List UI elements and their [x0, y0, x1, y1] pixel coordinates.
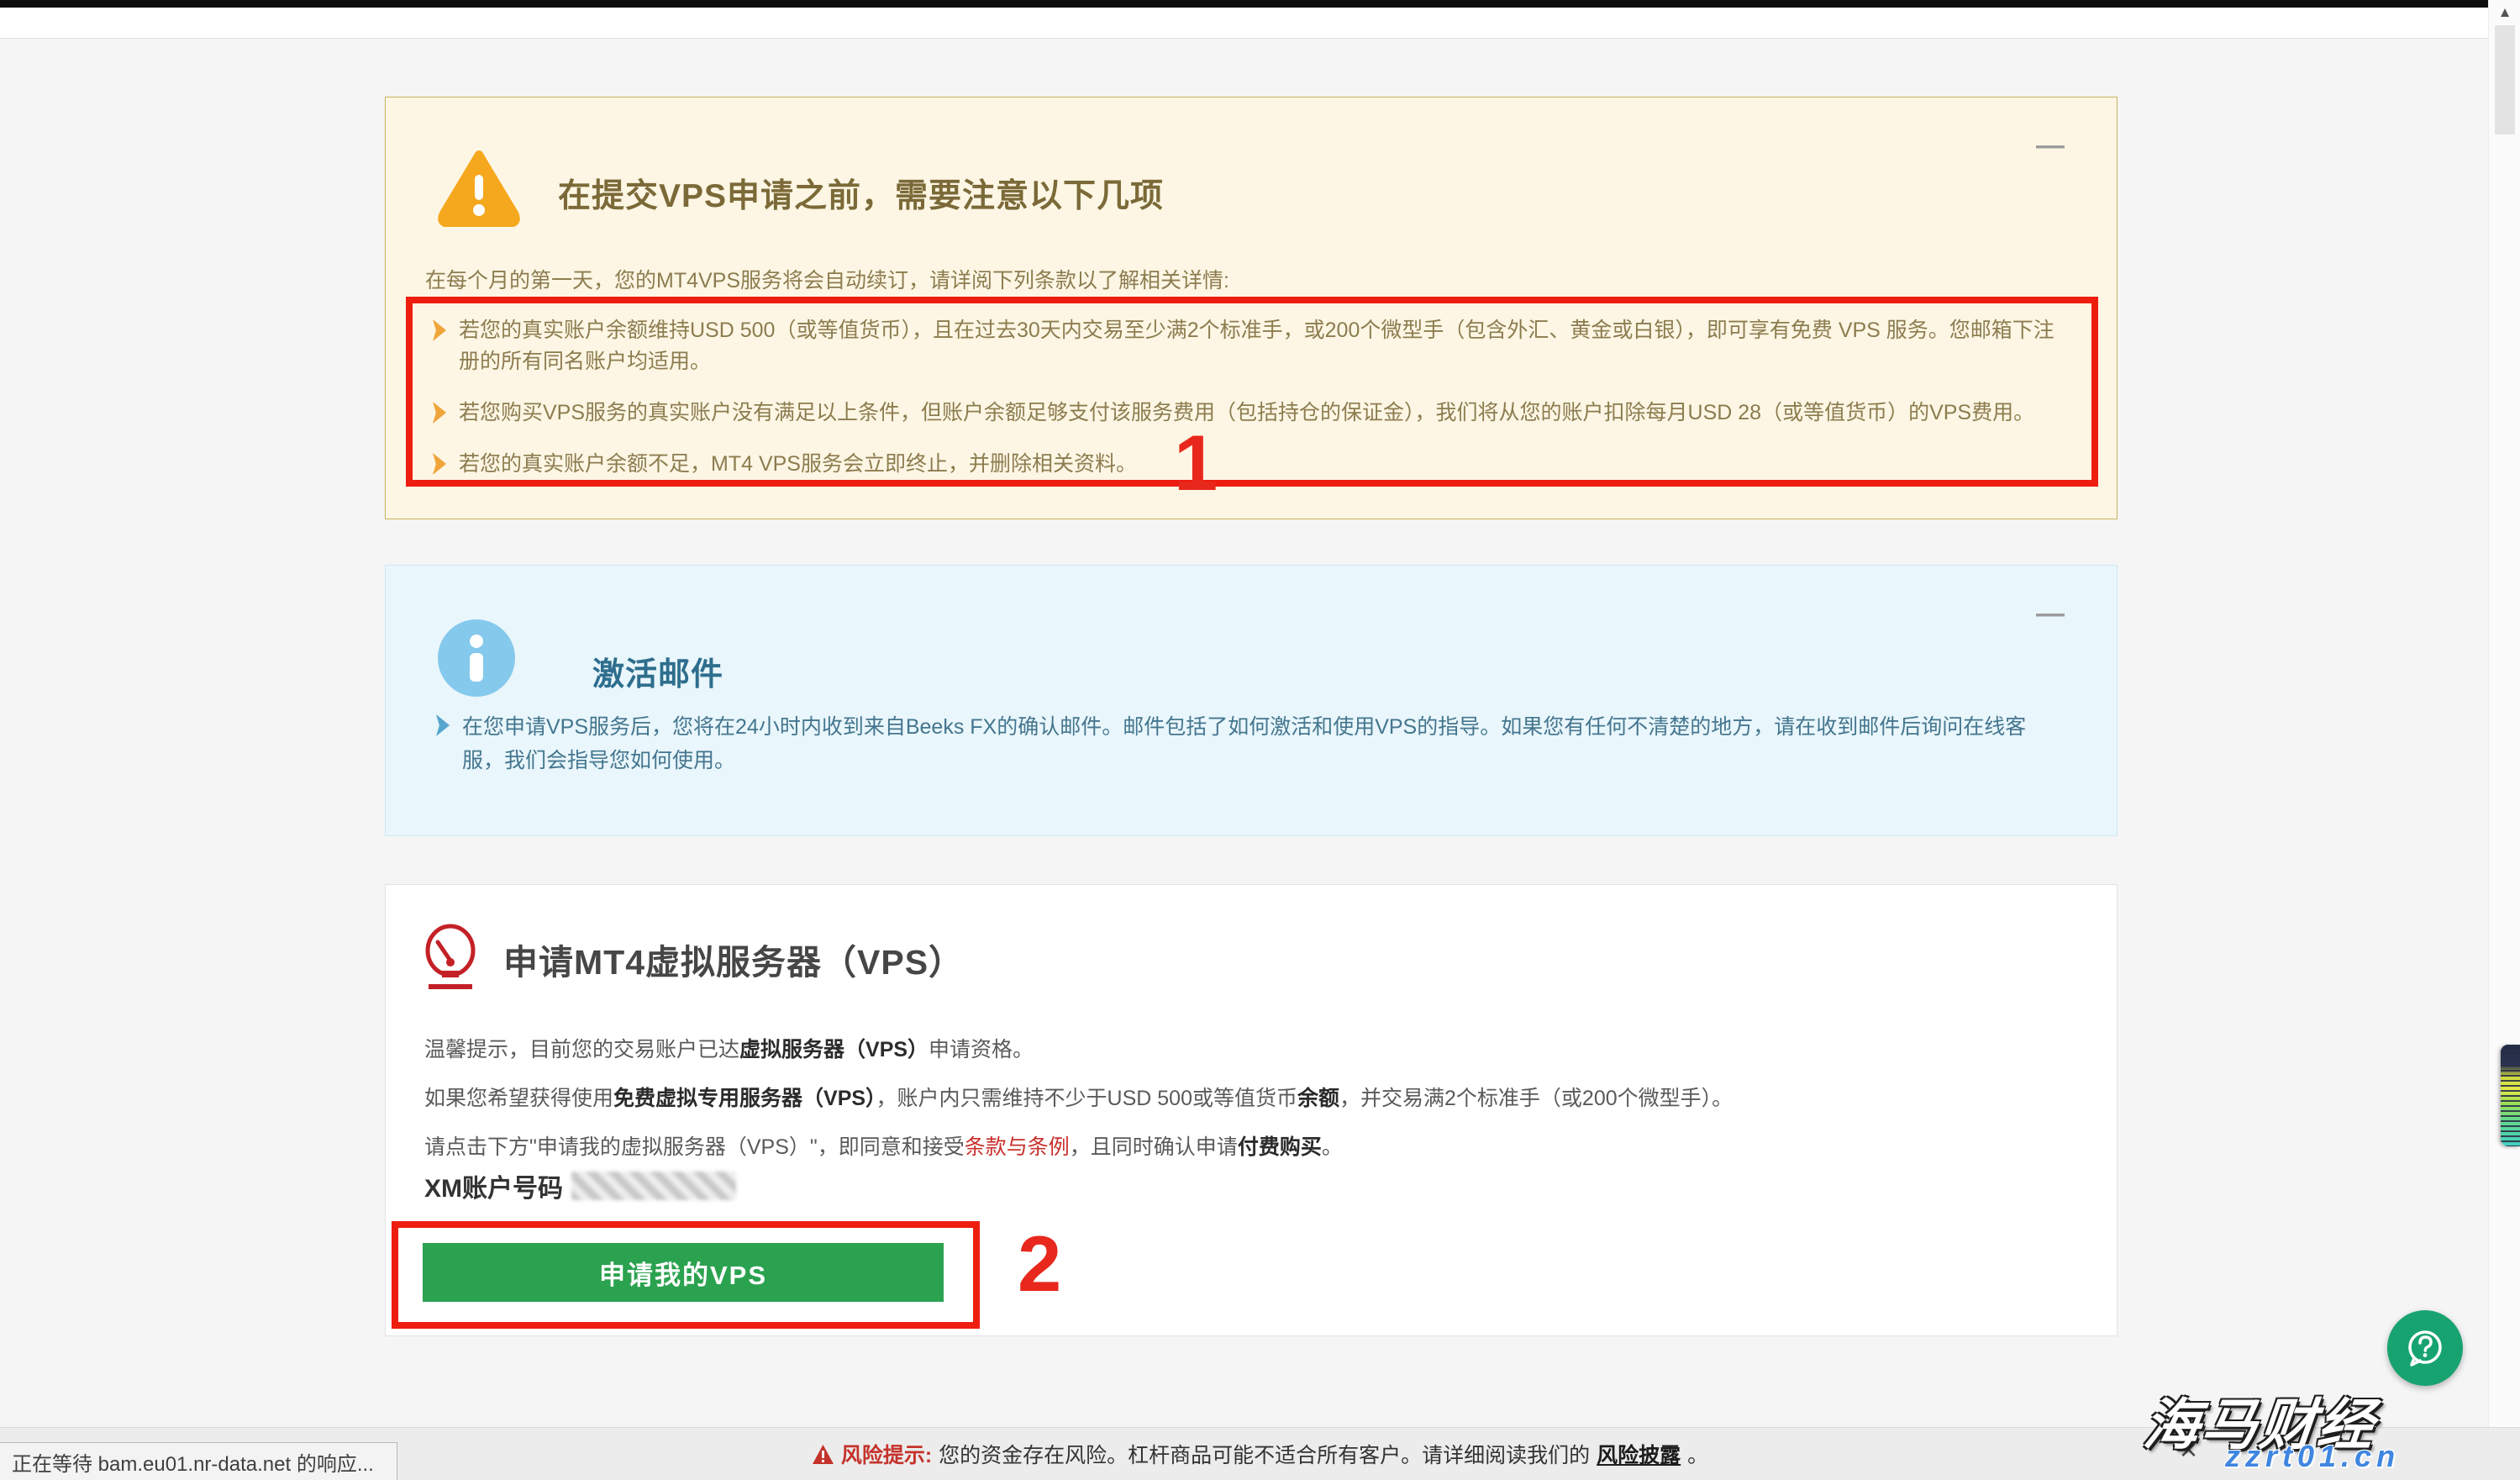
info-bullet: 在您申请VPS服务后，您将在24小时内收到来自Beeks FX的确认邮件。邮件包… [436, 710, 2063, 777]
risk-warning-text-end: 。 [1687, 1439, 1708, 1469]
apply-paragraph-3: 请点击下方"申请我的虚拟服务器（VPS）"，即同意和接受条款与条例，且同时确认申… [424, 1130, 1343, 1161]
side-extension-handle[interactable] [2501, 1045, 2520, 1146]
risk-warning-triangle-icon [812, 1444, 834, 1465]
scrollbar-up-arrow-icon[interactable]: ▲ [2489, 4, 2520, 21]
apply-paragraph-2-pre: 如果您希望获得使用 [424, 1087, 613, 1110]
apply-paragraph-2: 如果您希望获得使用免费虚拟专用服务器（VPS），账户内只需维持不少于USD 50… [424, 1082, 1733, 1112]
apply-paragraph-2-mid: ，账户内只需维持不少于USD 500或等值货币 [876, 1087, 1297, 1110]
risk-disclosure-link[interactable]: 风险披露 [1597, 1439, 1681, 1469]
help-chat-button[interactable] [2387, 1310, 2463, 1386]
apply-paragraph-2-post: ，并交易满2个标准手（或200个微型手）。 [1339, 1087, 1733, 1110]
apply-panel-title: 申请MT4虚拟服务器（VPS） [503, 934, 964, 984]
warning-panel-collapse-button[interactable]: — [2036, 131, 2065, 160]
warning-panel-title: 在提交VPS申请之前，需要注意以下几项 [558, 170, 1164, 217]
watermark-url: zzrt01.cn [2225, 1439, 2400, 1474]
browser-status-text: 正在等待 bam.eu01.nr-data.net 的响应... [12, 1447, 374, 1477]
apply-paragraph-1-pre: 温馨提示，目前您的交易账户已达 [424, 1038, 739, 1061]
browser-status-tooltip: 正在等待 bam.eu01.nr-data.net 的响应... [0, 1442, 397, 1480]
risk-warning-text: 您的资金存在风险。杠杆商品可能不适合所有客户。请详细阅读我们的 [939, 1439, 1590, 1469]
warning-triangle-icon [436, 148, 522, 227]
apply-vps-panel: 申请MT4虚拟服务器（VPS） 温馨提示，目前您的交易账户已达虚拟服务器（VPS… [385, 884, 2118, 1336]
info-panel-collapse-button[interactable]: — [2036, 599, 2065, 628]
apply-paragraph-3-pre: 请点击下方"申请我的虚拟服务器（VPS）"，即同意和接受 [424, 1135, 965, 1159]
apply-paragraph-2-bold2: 余额 [1297, 1087, 1339, 1110]
warning-bullet-1: 若您的真实账户余额维持USD 500（或等值货币），且在过去30天内交易至少满2… [433, 315, 2071, 377]
page: ▲ — 在提交VPS申请之前，需要注意以下几项 在每个月的第一天，您的MT4VP… [0, 0, 2520, 1480]
side-extension-stripes [2501, 1045, 2520, 1146]
bullet-arrow-icon [433, 453, 446, 475]
question-bubble-icon [2403, 1326, 2447, 1370]
warning-bullet-1-text: 若您的真实账户余额维持USD 500（或等值货币），且在过去30天内交易至少满2… [459, 315, 2071, 377]
warning-bullet-3: 若您的真实账户余额不足，MT4 VPS服务会立即终止，并删除相关资料。 [433, 449, 2071, 480]
warning-panel-intro: 在每个月的第一天，您的MT4VPS服务将会自动续订，请详阅下列条款以了解相关详情… [425, 264, 1229, 294]
terms-and-conditions-link[interactable]: 条款与条例 [965, 1135, 1070, 1159]
risk-warning-label: 风险提示: [841, 1439, 932, 1469]
scrollbar-thumb[interactable] [2495, 25, 2515, 134]
info-circle-icon [438, 619, 515, 697]
top-white-strip [0, 8, 2488, 39]
apply-paragraph-1-bold: 虚拟服务器（VPS） [739, 1038, 929, 1061]
bullet-arrow-icon [433, 319, 446, 341]
info-bullet-text: 在您申请VPS服务后，您将在24小时内收到来自Beeks FX的确认邮件。邮件包… [462, 710, 2063, 777]
scrollbar-track[interactable]: ▲ [2488, 0, 2520, 1480]
warning-bullet-3-text: 若您的真实账户余额不足，MT4 VPS服务会立即终止，并删除相关资料。 [459, 449, 1137, 480]
annotation-number-2: 2 [1018, 1225, 1061, 1304]
info-panel-title: 激活邮件 [592, 648, 723, 694]
apply-paragraph-3-mid: ，且同时确认申请 [1070, 1135, 1238, 1159]
activation-email-panel: — 激活邮件 在您申请VPS服务后，您将在24小时内收到来自Beeks FX的确… [385, 565, 2118, 836]
apply-paragraph-3-bold: 付费购买 [1238, 1135, 1322, 1159]
apply-my-vps-button[interactable]: 申请我的VPS [423, 1243, 944, 1302]
apply-paragraph-1-post: 申请资格。 [929, 1038, 1034, 1061]
bullet-arrow-icon [436, 714, 450, 736]
account-number-redacted [571, 1172, 736, 1200]
account-number-row: XM账户号码 [424, 1167, 736, 1204]
warning-bullet-2-text: 若您购买VPS服务的真实账户没有满足以上条件，但账户余额足够支付该服务费用（包括… [459, 398, 2034, 429]
top-black-bar [0, 0, 2488, 8]
account-number-label: XM账户号码 [424, 1167, 563, 1204]
warning-bullet-2: 若您购买VPS服务的真实账户没有满足以上条件，但账户余额足够支付该服务费用（包括… [433, 398, 2071, 429]
vps-warning-panel: — 在提交VPS申请之前，需要注意以下几项 在每个月的第一天，您的MT4VPS服… [385, 97, 2118, 519]
annotation-number-1: 1 [1174, 424, 1218, 503]
vps-gauge-icon [424, 924, 477, 991]
bullet-arrow-icon [433, 402, 446, 424]
apply-paragraph-3-post: 。 [1322, 1135, 1343, 1159]
apply-paragraph-2-bold1: 免费虚拟专用服务器（VPS） [613, 1087, 876, 1110]
annotation-box-1: 若您的真实账户余额维持USD 500（或等值货币），且在过去30天内交易至少满2… [406, 297, 2098, 487]
apply-paragraph-1: 温馨提示，目前您的交易账户已达虚拟服务器（VPS）申请资格。 [424, 1033, 1034, 1063]
